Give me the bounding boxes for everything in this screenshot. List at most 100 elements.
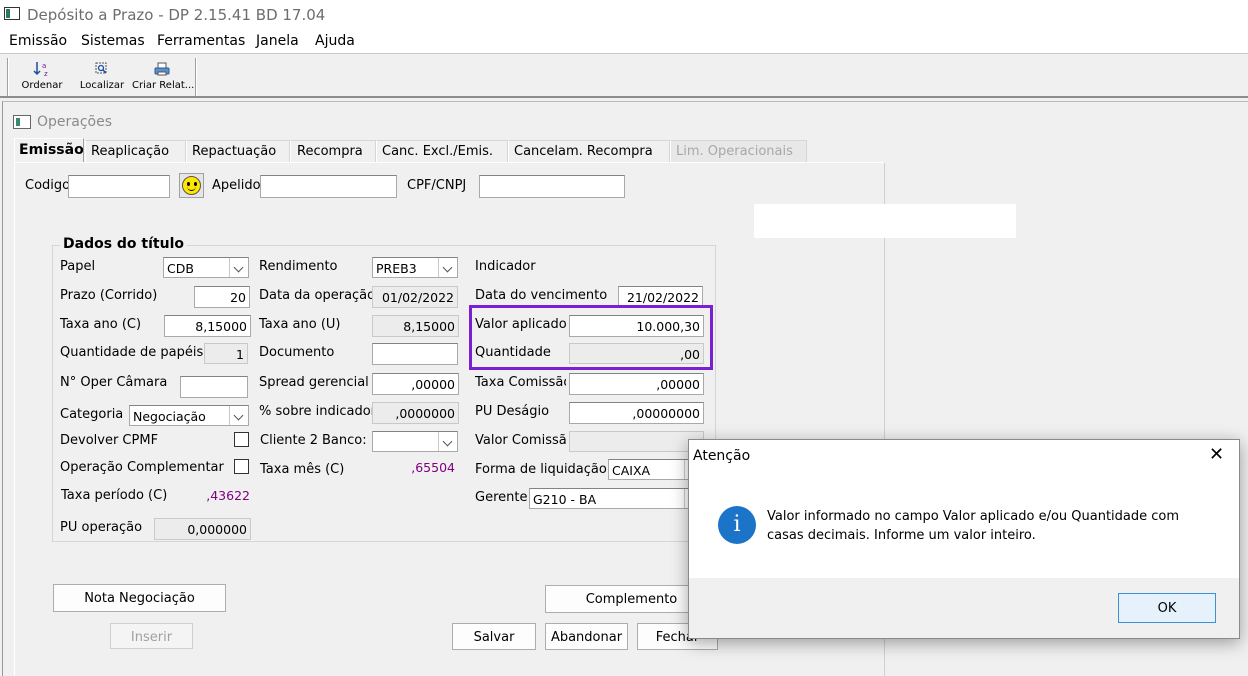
taxa-ano-u-field: 8,15000 (372, 315, 459, 337)
apelido-input[interactable] (260, 175, 397, 198)
pct-indicador-field: ,0000000 (372, 402, 459, 424)
dialog-title: Atenção (693, 448, 751, 464)
pu-operacao-label: PU operação (60, 520, 143, 535)
prazo-label: Prazo (Corrido) (60, 288, 158, 303)
rendimento-select[interactable]: PREB3 (372, 257, 458, 278)
gerente-value: G210 - BA (533, 492, 597, 507)
menu-sistemas[interactable]: Sistemas (81, 33, 145, 49)
chevron-down-icon (438, 432, 457, 451)
svg-text:z: z (44, 70, 48, 77)
salvar-button[interactable]: Salvar (452, 623, 536, 650)
info-icon: i (718, 506, 756, 544)
taxa-ano-c-input[interactable]: 8,15000 (164, 315, 251, 337)
inserir-button: Inserir (110, 623, 193, 649)
attention-dialog: Atenção ✕ i Valor informado no campo Val… (688, 439, 1240, 639)
abandonar-button[interactable]: Abandonar (545, 623, 628, 650)
pu-desagio-label: PU Deságio (475, 404, 550, 419)
chevron-down-icon (229, 258, 248, 277)
operacao-complementar-label: Operação Complementar (60, 460, 224, 475)
codigo-label: Codigo (25, 178, 71, 193)
categoria-select[interactable]: Negociação (129, 405, 249, 426)
indicador-label: Indicador (475, 259, 536, 274)
smiley-icon (182, 176, 201, 195)
tab-cancelam-recompra[interactable]: Cancelam. Recompra (508, 140, 670, 162)
papel-label: Papel (60, 259, 96, 274)
tab-repactuacao[interactable]: Repactuação (186, 140, 290, 162)
svg-text:a: a (42, 62, 46, 70)
spread-gerencial-input[interactable]: ,00000 (372, 373, 459, 395)
spread-gerencial-label: Spread gerencial (259, 375, 369, 390)
qtd-papeis-field: 1 (204, 343, 248, 364)
tab-recompra[interactable]: Recompra (290, 140, 376, 162)
forma-liquidacao-label: Forma de liquidação (475, 462, 607, 477)
banco-label: Banco: (322, 433, 367, 448)
documento-label: Documento (259, 345, 335, 360)
find-icon (95, 62, 107, 74)
menu-ferramentas[interactable]: Ferramentas (157, 33, 245, 49)
taxa-ano-u-label: Taxa ano (U) (259, 317, 341, 332)
categoria-value: Negociação (133, 409, 206, 424)
chevron-down-icon (438, 258, 457, 277)
pct-indicador-label: % sobre indicador (259, 404, 377, 419)
devolver-cpmf-label: Devolver CPMF (60, 433, 159, 448)
documento-input[interactable] (372, 343, 458, 365)
oper-camara-label: N° Oper Câmara (60, 375, 168, 390)
forma-liquidacao-value: CAIXA (612, 463, 651, 478)
papel-select[interactable]: CDB (163, 257, 249, 278)
toolbar-separator (195, 58, 197, 96)
criar-relatorio-button[interactable]: Criar Relat... (132, 59, 195, 95)
menu-bar: Emissão Sistemas Ferramentas Janela Ajud… (0, 30, 1248, 54)
rendimento-label: Rendimento (259, 259, 338, 274)
localizar-label: Localizar (79, 80, 125, 91)
codigo-input[interactable] (68, 175, 170, 198)
qtd-papeis-label: Quantidade de papéis (60, 345, 204, 360)
dialog-message: Valor informado no campo Valor aplicado … (767, 509, 1180, 543)
toolbar: az Ordenar Localizar Criar Relat... (0, 55, 1248, 98)
dialog-footer: OK (689, 578, 1239, 638)
taxa-comissao-label: Taxa Comissão (475, 375, 566, 390)
sort-icon: az (33, 62, 48, 77)
ok-button[interactable]: OK (1118, 593, 1216, 623)
criar-relatorio-label: Criar Relat... (132, 80, 195, 91)
cpf-cnpj-label: CPF/CNPJ (407, 178, 467, 193)
valor-comissao-label: Valor Comissão (475, 433, 566, 448)
pu-desagio-input[interactable]: ,00000000 (569, 402, 704, 424)
cpf-cnpj-input[interactable] (479, 175, 625, 198)
tab-lim-operacionais: Lim. Operacionais (670, 140, 807, 162)
data-operacao-field: 01/02/2022 (372, 286, 458, 308)
ordenar-label: Ordenar (21, 80, 63, 91)
chevron-down-icon (229, 406, 248, 425)
rendimento-value: PREB3 (376, 261, 417, 276)
taxa-mes-value: ,65504 (411, 460, 455, 475)
menu-emissao[interactable]: Emissão (9, 33, 67, 49)
banco-select[interactable] (372, 431, 458, 452)
tab-reaplicacao[interactable]: Reaplicação (85, 140, 186, 162)
blank-panel (754, 204, 1016, 238)
window-titlebar: Depósito a Prazo - DP 2.15.41 BD 17.04 (0, 0, 1248, 30)
devolver-cpmf-checkbox[interactable] (234, 432, 249, 447)
window-title: Depósito a Prazo - DP 2.15.41 BD 17.04 (27, 6, 326, 24)
oper-camara-input[interactable] (180, 376, 248, 398)
valor-comissao-field (569, 431, 704, 452)
ordenar-button[interactable]: az Ordenar (12, 59, 72, 95)
toolbar-grip (7, 58, 9, 96)
menu-janela[interactable]: Janela (256, 33, 299, 49)
client-lookup-button[interactable] (179, 173, 204, 198)
taxa-periodo-label: Taxa período (C) (61, 488, 168, 503)
localizar-button[interactable]: Localizar (72, 59, 132, 95)
prazo-input[interactable]: 20 (194, 286, 250, 308)
tab-emissao[interactable]: Emissão (14, 138, 84, 163)
taxa-mes-label: Taxa mês (C) (260, 462, 345, 477)
tab-canc-excl-emis[interactable]: Canc. Excl./Emis. (376, 140, 508, 162)
pu-operacao-field: 0,000000 (154, 518, 251, 540)
apelido-label: Apelido (212, 178, 261, 193)
cliente2-label: Cliente 2 (260, 433, 319, 448)
gerente-select[interactable]: G210 - BA (529, 488, 704, 509)
operacao-complementar-checkbox[interactable] (234, 459, 249, 474)
printer-icon (154, 62, 170, 76)
group-title: Dados do título (60, 236, 187, 252)
menu-ajuda[interactable]: Ajuda (315, 33, 355, 49)
nota-negociacao-button[interactable]: Nota Negociação (53, 584, 226, 612)
taxa-comissao-input[interactable]: ,00000 (569, 373, 704, 395)
close-icon[interactable]: ✕ (1209, 446, 1224, 464)
